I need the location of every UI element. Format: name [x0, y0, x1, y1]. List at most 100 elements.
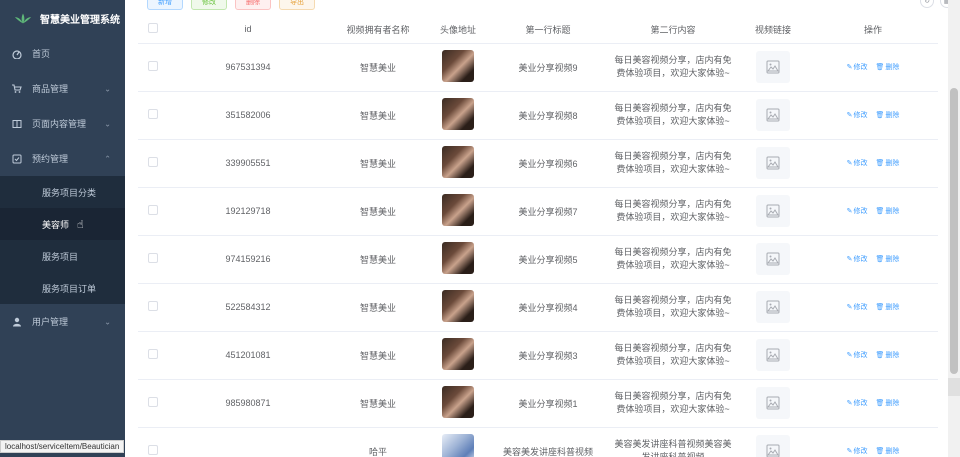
menu-label-page-content: 页面内容管理: [32, 119, 87, 129]
row-edit-button[interactable]: ✎ 修改: [847, 158, 868, 168]
cart-icon: [12, 83, 22, 94]
image-placeholder-icon[interactable]: [756, 435, 790, 457]
export-button-label: 导出: [290, 0, 304, 6]
cell-title: 美业分享视频5: [488, 235, 608, 284]
table-row[interactable]: 451201081 智慧美业 美业分享视频3 每日美容视频分享，店内有免费体验项…: [138, 331, 938, 380]
table-row[interactable]: 哈平 美容美发讲座科普视频 美容美发讲座科普视频美容美发讲座科普视频 ✎ 修改 🗑…: [138, 427, 938, 457]
image-placeholder-icon[interactable]: [756, 99, 790, 131]
cell-title: 美业分享视频8: [488, 91, 608, 140]
row-checkbox[interactable]: [138, 379, 168, 428]
table-row[interactable]: 985980871 智慧美业 美业分享视频1 每日美容视频分享，店内有免费体验项…: [138, 379, 938, 428]
image-placeholder-icon[interactable]: [756, 51, 790, 83]
row-delete-button[interactable]: 🗑 删除: [875, 158, 899, 168]
delete-button-label: 删除: [246, 0, 260, 6]
row-delete-button[interactable]: 🗑 删除: [875, 110, 899, 120]
submenu-item-service-category[interactable]: 服务项目分类: [0, 176, 125, 208]
scrollbar-thumb[interactable]: [950, 88, 958, 374]
row-checkbox[interactable]: [138, 427, 168, 457]
cell-ops: ✎ 修改 🗑 删除: [808, 187, 938, 236]
row-edit-button[interactable]: ✎ 修改: [847, 446, 868, 456]
row-edit-label: 修改: [853, 256, 868, 263]
menu-label-goods: 商品管理: [32, 84, 69, 94]
image-placeholder-icon[interactable]: [756, 291, 790, 323]
add-button[interactable]: 新增: [147, 0, 183, 10]
chevron-down-icon: ⌄: [104, 84, 111, 93]
submenu-item-beautician[interactable]: 美容师 ☝: [0, 208, 125, 240]
row-checkbox[interactable]: [138, 283, 168, 332]
booking-submenu: 服务项目分类 美容师 ☝ 服务项目 服务项目订单: [0, 176, 125, 304]
select-all-checkbox[interactable]: [138, 16, 168, 44]
row-delete-button[interactable]: 🗑 删除: [875, 62, 899, 72]
menu-item-home[interactable]: 首页: [0, 36, 125, 71]
row-checkbox[interactable]: [138, 91, 168, 140]
row-checkbox[interactable]: [138, 187, 168, 236]
menu-item-goods[interactable]: 商品管理 ⌄: [0, 71, 125, 106]
table-row[interactable]: 351582006 智慧美业 美业分享视频8 每日美容视频分享，店内有免费体验项…: [138, 91, 938, 140]
row-edit-button[interactable]: ✎ 修改: [847, 62, 868, 72]
row-delete-button[interactable]: 🗑 删除: [875, 254, 899, 264]
cell-avatar: [428, 187, 488, 236]
menu-label-booking: 预约管理: [32, 154, 69, 164]
cell-owner: 哈平: [328, 427, 428, 457]
delete-button[interactable]: 删除: [235, 0, 271, 10]
image-placeholder-icon[interactable]: [756, 387, 790, 419]
add-button-label: 新增: [158, 0, 172, 6]
vertical-scrollbar[interactable]: [948, 0, 960, 457]
table-row[interactable]: 974159216 智慧美业 美业分享视频5 每日美容视频分享，店内有免费体验项…: [138, 235, 938, 284]
edit-icon: ✎: [846, 112, 853, 119]
row-edit-button[interactable]: ✎ 修改: [847, 110, 868, 120]
content-text: 每日美容视频分享，店内有免费体验项目，欢迎大家体验~: [614, 199, 732, 222]
menu-item-page-content[interactable]: 页面内容管理 ⌄: [0, 106, 125, 141]
trash-icon: 🗑: [875, 352, 885, 359]
menu-item-user[interactable]: 用户管理 ⌄: [0, 304, 125, 339]
edit-icon: ✎: [846, 256, 853, 263]
content-text: 每日美容视频分享，店内有免费体验项目，欢迎大家体验~: [614, 247, 732, 270]
image-placeholder-icon[interactable]: [756, 243, 790, 275]
row-delete-button[interactable]: 🗑 删除: [875, 446, 899, 456]
row-checkbox[interactable]: [138, 43, 168, 92]
row-edit-label: 修改: [853, 64, 868, 71]
cell-content: 每日美容视频分享，店内有免费体验项目，欢迎大家体验~: [608, 379, 738, 428]
table-row[interactable]: 967531394 智慧美业 美业分享视频9 每日美容视频分享，店内有免费体验项…: [138, 43, 938, 92]
row-edit-button[interactable]: ✎ 修改: [847, 398, 868, 408]
cell-id: 192129718: [168, 187, 328, 236]
content-text: 每日美容视频分享，店内有免费体验项目，欢迎大家体验~: [614, 103, 732, 126]
image-placeholder-icon[interactable]: [756, 195, 790, 227]
row-checkbox[interactable]: [138, 139, 168, 188]
row-delete-label: 删除: [885, 400, 900, 407]
table-body: 967531394 智慧美业 美业分享视频9 每日美容视频分享，店内有免费体验项…: [138, 43, 938, 457]
cell-avatar: [428, 427, 488, 457]
cell-avatar: [428, 139, 488, 188]
cell-video: [738, 91, 808, 140]
table-row[interactable]: 192129718 智慧美业 美业分享视频7 每日美容视频分享，店内有免费体验项…: [138, 187, 938, 236]
row-edit-button[interactable]: ✎ 修改: [847, 350, 868, 360]
cell-owner: 智慧美业: [328, 331, 428, 380]
table-row[interactable]: 339905551 智慧美业 美业分享视频6 每日美容视频分享，店内有免费体验项…: [138, 139, 938, 188]
row-delete-button[interactable]: 🗑 删除: [875, 302, 899, 312]
row-checkbox[interactable]: [138, 331, 168, 380]
submenu-item-service[interactable]: 服务项目: [0, 240, 125, 272]
cell-content: 每日美容视频分享，店内有免费体验项目，欢迎大家体验~: [608, 139, 738, 188]
cell-video: [738, 427, 808, 457]
refresh-icon[interactable]: ↻: [920, 0, 934, 8]
cell-owner: 智慧美业: [328, 235, 428, 284]
avatar: [442, 290, 474, 322]
row-delete-button[interactable]: 🗑 删除: [875, 206, 899, 216]
image-placeholder-icon[interactable]: [756, 147, 790, 179]
row-edit-button[interactable]: ✎ 修改: [847, 254, 868, 264]
image-placeholder-icon[interactable]: [756, 339, 790, 371]
table-row[interactable]: 522584312 智慧美业 美业分享视频4 每日美容视频分享，店内有免费体验项…: [138, 283, 938, 332]
cell-video: [738, 331, 808, 380]
row-delete-button[interactable]: 🗑 删除: [875, 350, 899, 360]
submenu-item-service-order[interactable]: 服务项目订单: [0, 272, 125, 304]
row-edit-button[interactable]: ✎ 修改: [847, 206, 868, 216]
video-table: id 视频拥有者名称 头像地址 第一行标题 第二行内容 视频链接 操作 9675…: [138, 16, 938, 457]
edit-button[interactable]: 修改: [191, 0, 227, 10]
row-delete-button[interactable]: 🗑 删除: [875, 398, 899, 408]
row-edit-button[interactable]: ✎ 修改: [847, 302, 868, 312]
content-text: 每日美容视频分享，店内有免费体验项目，欢迎大家体验~: [614, 55, 732, 78]
cell-title: 美容美发讲座科普视频: [488, 427, 608, 457]
export-button[interactable]: 导出: [279, 0, 315, 10]
row-checkbox[interactable]: [138, 235, 168, 284]
menu-item-booking[interactable]: 预约管理 ⌃: [0, 141, 125, 176]
